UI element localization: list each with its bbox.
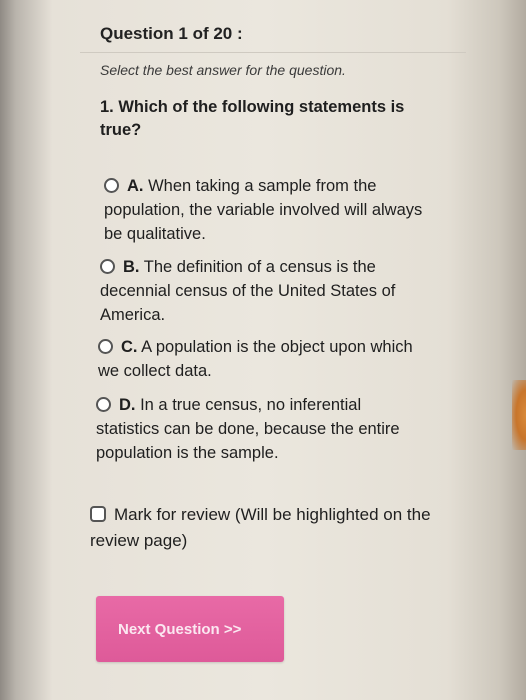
radio-button-b[interactable] <box>100 259 115 274</box>
option-a[interactable]: A. When taking a sample from the populat… <box>104 174 434 246</box>
mark-for-review[interactable]: Mark for review (Will be highlighted on … <box>90 502 450 554</box>
option-d-letter: D. <box>119 396 136 414</box>
quiz-page: Question 1 of 20 : Select the best answe… <box>0 0 526 700</box>
option-c[interactable]: C. A population is the object upon which… <box>98 335 428 383</box>
background-object <box>512 380 526 450</box>
option-d[interactable]: D. In a true census, no inferential stat… <box>96 393 426 465</box>
option-b-letter: B. <box>123 258 140 276</box>
header-divider <box>80 52 466 53</box>
instruction-text: Select the best answer for the question. <box>100 62 346 78</box>
option-b-text: The definition of a census is the decenn… <box>100 258 396 324</box>
option-c-text: A population is the object upon which we… <box>98 338 413 380</box>
option-d-text: In a true census, no inferential statist… <box>96 396 400 462</box>
next-question-button[interactable]: Next Question >> <box>96 596 284 662</box>
option-c-letter: C. <box>121 338 138 356</box>
option-a-text: When taking a sample from the population… <box>104 177 423 243</box>
radio-button-a[interactable] <box>104 178 119 193</box>
option-b[interactable]: B. The definition of a census is the dec… <box>100 255 430 327</box>
radio-button-d[interactable] <box>96 397 111 412</box>
review-checkbox[interactable] <box>90 506 106 522</box>
question-text: 1. Which of the following statements is … <box>100 98 405 139</box>
review-label: Mark for review (Will be highlighted on … <box>90 505 431 550</box>
option-a-letter: A. <box>127 177 144 195</box>
question-counter: Question 1 of 20 : <box>100 24 243 43</box>
radio-button-c[interactable] <box>98 339 113 354</box>
